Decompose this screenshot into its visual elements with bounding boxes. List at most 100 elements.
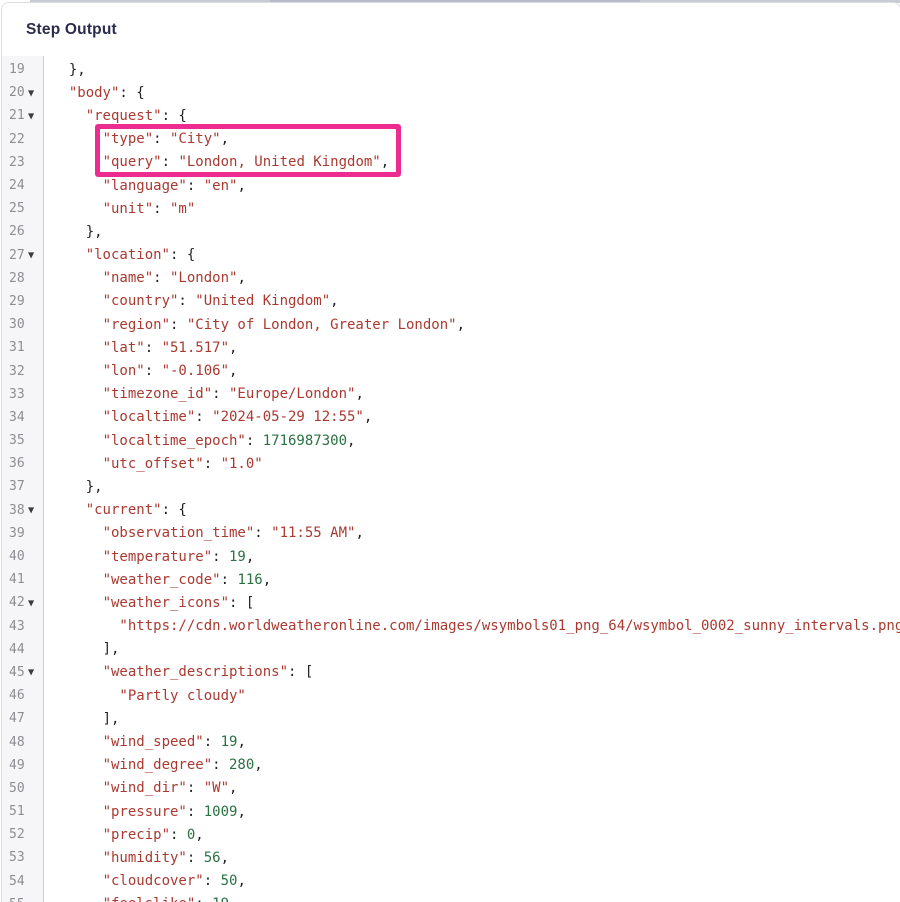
line-number: 27▼ <box>2 244 44 267</box>
code-text: "localtime_epoch": 1716987300, <box>44 429 900 452</box>
line-number: 38▼ <box>2 499 44 522</box>
code-line: 22"type": "City", <box>2 128 900 151</box>
code-text: "utc_offset": "1.0" <box>44 452 900 475</box>
code-text: "temperature": 19, <box>44 545 900 568</box>
code-text: ], <box>44 638 900 661</box>
code-text: "https://cdn.worldweatheronline.com/imag… <box>44 615 900 638</box>
code-line: 27▼"location": { <box>2 244 900 267</box>
line-number: 49 <box>2 754 44 777</box>
line-number: 37 <box>2 475 44 498</box>
line-number: 19 <box>2 58 44 81</box>
collapse-arrow-icon[interactable]: ▼ <box>28 111 34 120</box>
line-number: 33 <box>2 383 44 406</box>
code-line: 26}, <box>2 220 900 243</box>
line-number: 39 <box>2 522 44 545</box>
line-number: 34 <box>2 406 44 429</box>
code-line: 37}, <box>2 475 900 498</box>
line-number: 55 <box>2 893 44 902</box>
collapse-arrow-icon[interactable]: ▼ <box>28 505 34 514</box>
line-number: 41 <box>2 568 44 591</box>
code-line: 30"region": "City of London, Greater Lon… <box>2 313 900 336</box>
code-text: "query": "London, United Kingdom", <box>44 151 900 174</box>
line-number: 46 <box>2 684 44 707</box>
step-output-panel: Step Output 19},20▼"body": {21▼"request"… <box>1 2 900 902</box>
line-number: 29 <box>2 290 44 313</box>
code-line: 23"query": "London, United Kingdom", <box>2 151 900 174</box>
line-number: 25 <box>2 197 44 220</box>
code-text: "wind_dir": "W", <box>44 777 900 800</box>
code-line: 45▼"weather_descriptions": [ <box>2 661 900 684</box>
code-line: 39"observation_time": "11:55 AM", <box>2 522 900 545</box>
page-title: Step Output <box>26 21 117 39</box>
code-text: }, <box>44 58 900 81</box>
line-number: 26 <box>2 220 44 243</box>
code-text: "lon": "-0.106", <box>44 359 900 382</box>
line-number: 42▼ <box>2 591 44 614</box>
code-line: 40"temperature": 19, <box>2 545 900 568</box>
line-number: 44 <box>2 638 44 661</box>
code-text: "weather_code": 116, <box>44 568 900 591</box>
line-number: 31 <box>2 336 44 359</box>
code-text: "humidity": 56, <box>44 846 900 869</box>
line-number: 36 <box>2 452 44 475</box>
code-text: "weather_icons": [ <box>44 591 900 614</box>
collapse-arrow-icon[interactable]: ▼ <box>28 88 34 97</box>
code-line: 35"localtime_epoch": 1716987300, <box>2 429 900 452</box>
line-number: 50 <box>2 777 44 800</box>
line-number: 53 <box>2 846 44 869</box>
line-number: 45▼ <box>2 661 44 684</box>
code-text: "type": "City", <box>44 128 900 151</box>
line-number: 40 <box>2 545 44 568</box>
code-line: 38▼"current": { <box>2 499 900 522</box>
json-code-viewer[interactable]: 19},20▼"body": {21▼"request": {22"type":… <box>2 56 900 902</box>
code-line: 21▼"request": { <box>2 104 900 127</box>
line-number: 52 <box>2 823 44 846</box>
code-line: 55"feelslike": 19, <box>2 893 900 902</box>
code-line: 31"lat": "51.517", <box>2 336 900 359</box>
line-number: 32 <box>2 359 44 382</box>
line-number: 23 <box>2 151 44 174</box>
code-line: 48"wind_speed": 19, <box>2 730 900 753</box>
code-text: }, <box>44 475 900 498</box>
code-text: "region": "City of London, Greater Londo… <box>44 313 900 336</box>
line-number: 35 <box>2 429 44 452</box>
collapse-arrow-icon[interactable]: ▼ <box>28 250 34 259</box>
code-text: "pressure": 1009, <box>44 800 900 823</box>
code-text: "name": "London", <box>44 267 900 290</box>
code-text: "localtime": "2024-05-29 12:55", <box>44 406 900 429</box>
code-text: "timezone_id": "Europe/London", <box>44 383 900 406</box>
line-number: 20▼ <box>2 81 44 104</box>
code-text: "feelslike": 19, <box>44 893 900 902</box>
code-line: 19}, <box>2 58 900 81</box>
line-number: 54 <box>2 870 44 893</box>
code-line: 36"utc_offset": "1.0" <box>2 452 900 475</box>
line-number: 30 <box>2 313 44 336</box>
code-text: "country": "United Kingdom", <box>44 290 900 313</box>
code-text: "location": { <box>44 244 900 267</box>
code-text: "precip": 0, <box>44 823 900 846</box>
code-text: "language": "en", <box>44 174 900 197</box>
line-number: 28 <box>2 267 44 290</box>
line-number: 43 <box>2 615 44 638</box>
code-text: "request": { <box>44 104 900 127</box>
code-text: "wind_speed": 19, <box>44 730 900 753</box>
code-text: "current": { <box>44 499 900 522</box>
code-line: 53"humidity": 56, <box>2 846 900 869</box>
code-text: "Partly cloudy" <box>44 684 900 707</box>
line-number: 51 <box>2 800 44 823</box>
code-text: "unit": "m" <box>44 197 900 220</box>
code-line: 51"pressure": 1009, <box>2 800 900 823</box>
code-text: "cloudcover": 50, <box>44 870 900 893</box>
code-line: 49"wind_degree": 280, <box>2 754 900 777</box>
line-number: 47 <box>2 707 44 730</box>
code-line: 46"Partly cloudy" <box>2 684 900 707</box>
code-line: 34"localtime": "2024-05-29 12:55", <box>2 406 900 429</box>
code-line: 24"language": "en", <box>2 174 900 197</box>
collapse-arrow-icon[interactable]: ▼ <box>28 598 34 607</box>
code-line: 20▼"body": { <box>2 81 900 104</box>
code-line: 29"country": "United Kingdom", <box>2 290 900 313</box>
code-line: 52"precip": 0, <box>2 823 900 846</box>
code-text: "lat": "51.517", <box>44 336 900 359</box>
collapse-arrow-icon[interactable]: ▼ <box>28 668 34 677</box>
code-line: 43"https://cdn.worldweatheronline.com/im… <box>2 615 900 638</box>
